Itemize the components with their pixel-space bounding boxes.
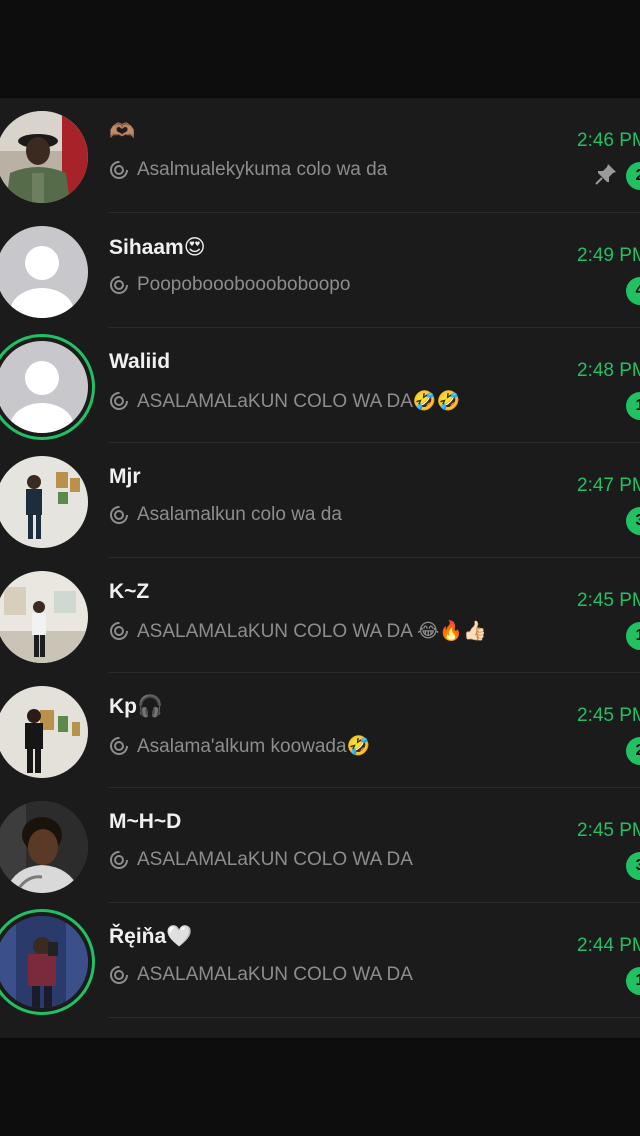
chat-row[interactable]: K~Z ASALAMALaKUN COLO WA DA 😂🔥👍🏻 2:45 PM… bbox=[0, 558, 640, 673]
chat-name: Sihaam😍 bbox=[109, 236, 206, 259]
unread-badge: 2 bbox=[626, 737, 640, 765]
chat-time: 2:47 PM bbox=[577, 475, 640, 496]
unread-badge: 4 bbox=[626, 277, 640, 305]
chat-preview-text: Poopoboooboooboboopo bbox=[137, 274, 351, 295]
chat-time: 2:44 PM bbox=[577, 935, 640, 956]
chat-preview: Asalmualekykuma colo wa da bbox=[109, 159, 387, 181]
avatar[interactable] bbox=[0, 801, 88, 893]
chat-row[interactable]: 🫶🏽 Asalmualekykuma colo wa da 2:46 PM 2 bbox=[0, 98, 640, 213]
status-viewed-icon bbox=[110, 622, 128, 640]
unread-badge: 2 bbox=[626, 162, 640, 190]
chat-time: 2:49 PM bbox=[577, 245, 640, 266]
status-viewed-icon bbox=[110, 966, 128, 984]
chat-time: 2:48 PM bbox=[577, 360, 640, 381]
status-viewed-icon bbox=[110, 392, 128, 410]
unread-badge: 3 bbox=[626, 507, 640, 535]
avatar[interactable] bbox=[0, 456, 88, 548]
unread-badge: 1 bbox=[626, 622, 640, 650]
status-viewed-icon bbox=[110, 276, 128, 294]
chat-preview: ASALAMALaKUN COLO WA DA bbox=[109, 849, 413, 871]
status-viewed-icon bbox=[110, 737, 128, 755]
chat-name: K~Z bbox=[109, 580, 150, 603]
chat-row[interactable]: M~H~D ASALAMALaKUN COLO WA DA 2:45 PM 3 bbox=[0, 788, 640, 903]
chat-preview-text: ASALAMALaKUN COLO WA DA bbox=[137, 964, 413, 985]
unread-badge: 3 bbox=[626, 852, 640, 880]
pin-icon bbox=[595, 164, 616, 185]
avatar[interactable] bbox=[0, 226, 88, 318]
chat-row[interactable]: Waliid ASALAMALaKUN COLO WA DA🤣🤣 2:48 PM… bbox=[0, 328, 640, 443]
chat-preview-text: ASALAMALaKUN COLO WA DA🤣🤣 bbox=[137, 391, 461, 412]
bottom-bar bbox=[0, 1038, 640, 1136]
chat-name: Řęiňa🤍 bbox=[109, 925, 193, 948]
chat-row[interactable]: Kp🎧 Asalama'alkum koowada🤣 2:45 PM 2 bbox=[0, 673, 640, 788]
chat-row[interactable]: Řęiňa🤍 ASALAMALaKUN COLO WA DA 2:44 PM 1 bbox=[0, 903, 640, 1018]
chat-name: 🫶🏽 bbox=[109, 120, 136, 143]
chat-preview-text: Asalmualekykuma colo wa da bbox=[137, 159, 388, 180]
chat-name: Kp🎧 bbox=[109, 695, 164, 718]
chat-time: 2:45 PM bbox=[577, 590, 640, 611]
divider bbox=[108, 1017, 640, 1018]
chat-time: 2:46 PM bbox=[577, 130, 640, 151]
status-viewed-icon bbox=[110, 161, 128, 179]
chat-preview: ASALAMALaKUN COLO WA DA 😂🔥👍🏻 bbox=[109, 619, 487, 643]
status-viewed-icon bbox=[110, 506, 128, 524]
chat-preview: ASALAMALaKUN COLO WA DA🤣🤣 bbox=[109, 389, 460, 413]
avatar[interactable] bbox=[0, 912, 92, 1012]
avatar[interactable] bbox=[0, 571, 88, 663]
chat-preview-text: ASALAMALaKUN COLO WA DA bbox=[137, 849, 413, 870]
chat-row[interactable]: Sihaam😍 Poopoboooboooboboopo 2:49 PM 4 bbox=[0, 213, 640, 328]
chat-name: Mjr bbox=[109, 465, 141, 488]
avatar[interactable] bbox=[0, 111, 88, 203]
chat-time: 2:45 PM bbox=[577, 705, 640, 726]
chat-name: M~H~D bbox=[109, 810, 182, 833]
top-bar bbox=[0, 0, 640, 98]
chat-name: Waliid bbox=[109, 350, 171, 373]
chat-preview: Poopoboooboooboboopo bbox=[109, 274, 350, 296]
avatar[interactable] bbox=[0, 686, 88, 778]
avatar[interactable] bbox=[0, 337, 92, 437]
chat-preview-text: ASALAMALaKUN COLO WA DA 😂🔥👍🏻 bbox=[137, 621, 487, 642]
chat-preview-text: Asalama'alkum koowada🤣 bbox=[137, 736, 371, 757]
chat-preview: Asalamalkun colo wa da bbox=[109, 504, 342, 526]
chat-list[interactable]: 🫶🏽 Asalmualekykuma colo wa da 2:46 PM 2 … bbox=[0, 98, 640, 1038]
chat-preview-text: Asalamalkun colo wa da bbox=[137, 504, 342, 525]
unread-badge: 1 bbox=[626, 967, 640, 995]
chat-preview: Asalama'alkum koowada🤣 bbox=[109, 734, 370, 758]
chat-time: 2:45 PM bbox=[577, 820, 640, 841]
chat-row[interactable]: Mjr Asalamalkun colo wa da 2:47 PM 3 bbox=[0, 443, 640, 558]
unread-badge: 1 bbox=[626, 392, 640, 420]
chat-preview: ASALAMALaKUN COLO WA DA bbox=[109, 964, 413, 986]
status-viewed-icon bbox=[110, 851, 128, 869]
